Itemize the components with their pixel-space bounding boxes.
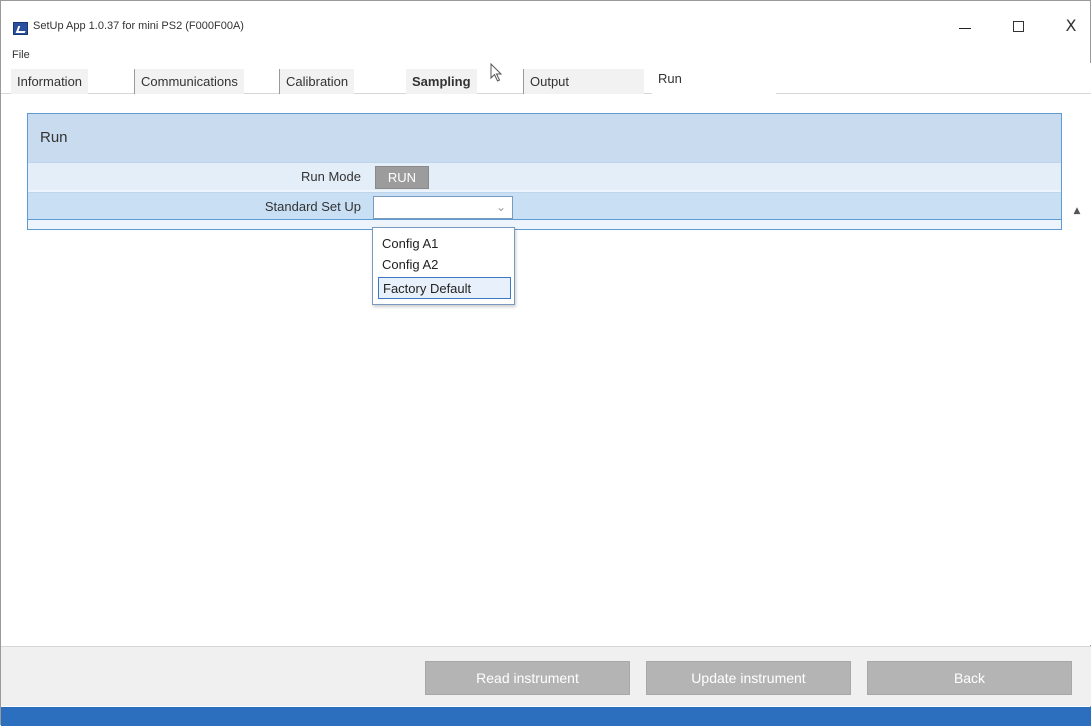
run-panel: Run Run Mode RUN Standard Set Up ⌄ (27, 113, 1062, 230)
minimize-icon[interactable] (946, 11, 986, 41)
panel-header: Run (28, 114, 1061, 162)
status-bar (1, 707, 1091, 726)
setup-dropdown-list: Config A1 Config A2 Factory Default (372, 227, 515, 305)
menu-bar: File (1, 46, 1090, 64)
close-icon[interactable]: X (1051, 11, 1091, 41)
standard-setup-label: Standard Set Up (264, 199, 361, 214)
title-bar[interactable]: SetUp App 1.0.37 for mini PS2 (F000F00A)… (1, 1, 1090, 45)
tab-sampling[interactable]: Sampling (406, 69, 477, 94)
menu-file[interactable]: File (12, 49, 30, 61)
app-icon (13, 22, 28, 35)
window-title: SetUp App 1.0.37 for mini PS2 (F000F00A) (33, 20, 244, 32)
tab-communications[interactable]: Communications (134, 69, 244, 94)
run-mode-row: Run Mode RUN (28, 162, 1061, 190)
tab-calibration[interactable]: Calibration (279, 69, 355, 94)
standard-setup-select[interactable]: ⌄ (373, 196, 513, 219)
tab-run[interactable]: Run (652, 66, 776, 95)
dropdown-option[interactable]: Config A2 (378, 254, 438, 276)
run-button[interactable]: RUN (375, 166, 429, 189)
maximize-icon[interactable] (998, 11, 1038, 41)
mouse-cursor-icon (490, 63, 503, 82)
app-window: SetUp App 1.0.37 for mini PS2 (F000F00A)… (0, 0, 1091, 726)
dropdown-option-selected[interactable]: Factory Default (378, 277, 511, 299)
chevron-down-icon[interactable]: ⌄ (496, 200, 506, 214)
back-button[interactable]: Back (867, 661, 1072, 695)
tab-information[interactable]: Information (11, 69, 89, 94)
read-instrument-button[interactable]: Read instrument (425, 661, 630, 695)
dropdown-option[interactable]: Config A1 (378, 233, 438, 255)
scroll-up-icon[interactable]: ▲ (1072, 206, 1082, 220)
tab-strip: Information Communications Calibration S… (1, 63, 1091, 95)
tab-output[interactable]: Output (523, 69, 644, 94)
main-content: Run Run Mode RUN Standard Set Up ⌄ ▲ ▼ (1, 94, 1091, 716)
update-instrument-button[interactable]: Update instrument (646, 661, 851, 695)
standard-setup-row: Standard Set Up ⌄ (28, 192, 1061, 220)
footer-bar: Read instrument Update instrument Back (1, 646, 1091, 706)
run-mode-label: Run Mode (301, 169, 361, 184)
